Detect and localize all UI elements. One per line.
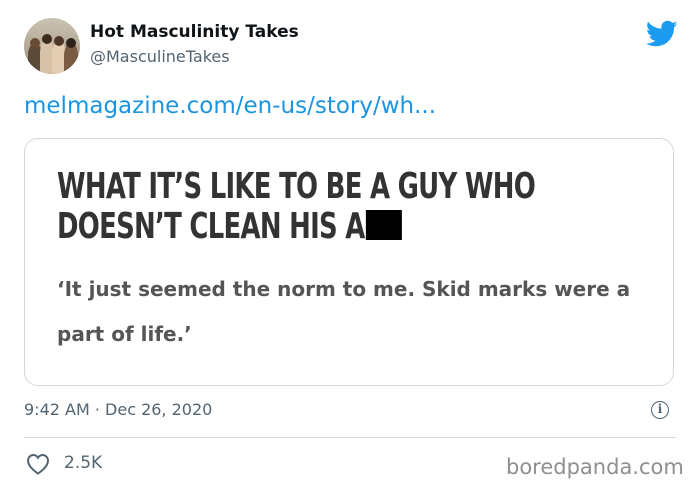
author-name[interactable]: Hot Masculinity Takes — [90, 22, 299, 42]
info-icon[interactable]: i — [651, 401, 669, 419]
card-headline: WHAT IT’S LIKE TO BE A GUY WHO DOESN’T C… — [57, 167, 662, 247]
censor-block — [366, 210, 403, 240]
watermark: boredpanda.com — [506, 455, 684, 479]
headline-line-2-text: DOESN’T CLEAN HIS A — [57, 206, 365, 247]
heart-icon[interactable] — [26, 453, 50, 475]
divider — [24, 437, 676, 438]
like-count[interactable]: 2.5K — [64, 453, 102, 473]
avatar[interactable] — [24, 18, 80, 74]
article-link[interactable]: melmagazine.com/en-us/story/wh... — [24, 93, 436, 119]
author-handle[interactable]: @MasculineTakes — [90, 47, 230, 66]
headline-line-1: WHAT IT’S LIKE TO BE A GUY WHO — [57, 166, 536, 207]
tweet-timestamp[interactable]: 9:42 AM · Dec 26, 2020 — [24, 400, 212, 419]
twitter-bird-icon[interactable] — [646, 20, 678, 48]
card-subheadline: ‘It just seemed the norm to me. Skid mar… — [57, 277, 631, 346]
link-preview-card[interactable]: WHAT IT’S LIKE TO BE A GUY WHO DOESN’T C… — [24, 138, 674, 386]
headline-line-2: DOESN’T CLEAN HIS A — [57, 207, 662, 247]
